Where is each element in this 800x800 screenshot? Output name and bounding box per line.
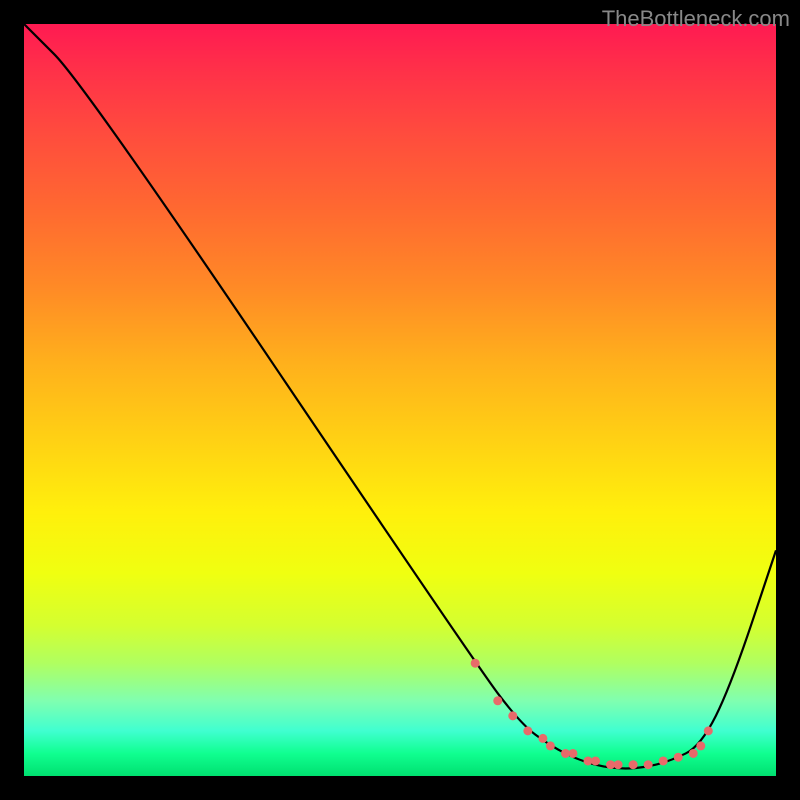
- curve-line: [24, 24, 776, 768]
- curve-markers: [471, 659, 713, 770]
- watermark-text: TheBottleneck.com: [602, 6, 790, 32]
- marker-dot: [546, 741, 555, 750]
- marker-dot: [568, 749, 577, 758]
- marker-dot: [538, 734, 547, 743]
- marker-dot: [523, 726, 532, 735]
- plot-area: [24, 24, 776, 776]
- marker-dot: [508, 711, 517, 720]
- marker-dot: [689, 749, 698, 758]
- marker-dot: [704, 726, 713, 735]
- marker-dot: [659, 756, 668, 765]
- marker-dot: [644, 760, 653, 769]
- chart-svg: [24, 24, 776, 776]
- marker-dot: [471, 659, 480, 668]
- marker-dot: [591, 756, 600, 765]
- marker-dot: [674, 753, 683, 762]
- marker-dot: [696, 741, 705, 750]
- marker-dot: [614, 760, 623, 769]
- marker-dot: [629, 760, 638, 769]
- marker-dot: [493, 696, 502, 705]
